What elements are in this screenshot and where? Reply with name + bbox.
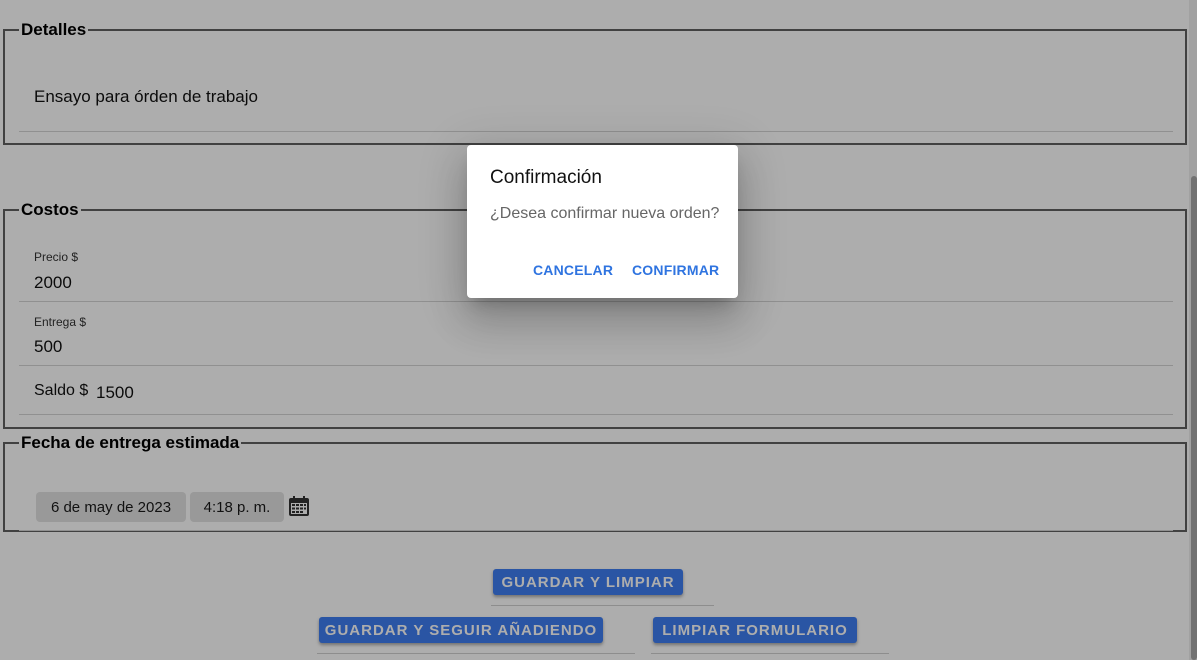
modal-backdrop[interactable]	[0, 0, 1197, 660]
confirm-button[interactable]: CONFIRMAR	[632, 262, 719, 278]
dialog-title: Confirmación	[490, 167, 602, 188]
cancel-button[interactable]: CANCELAR	[533, 262, 613, 278]
confirmation-dialog: Confirmación ¿Desea confirmar nueva orde…	[467, 145, 738, 298]
dialog-message: ¿Desea confirmar nueva orden?	[490, 205, 720, 222]
